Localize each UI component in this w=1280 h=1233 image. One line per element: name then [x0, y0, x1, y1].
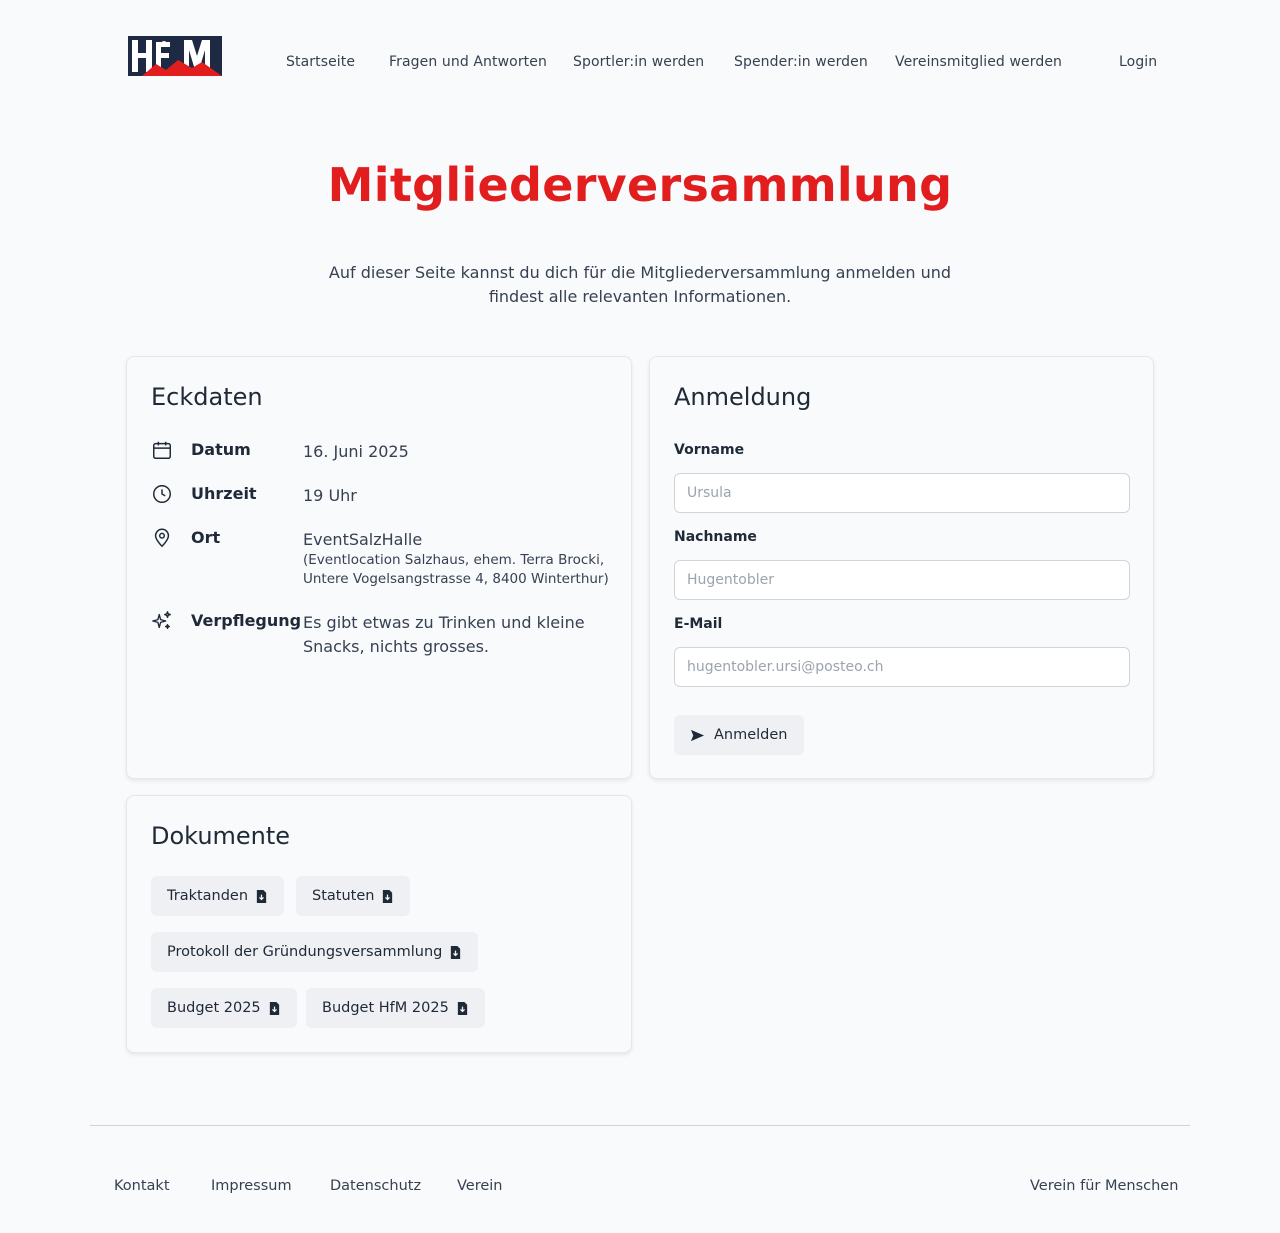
ort-detail: (Eventlocation Salzhaus, ehem. Terra Bro…	[303, 552, 609, 587]
nav-fragen-und-antworten[interactable]: Fragen und Antworten	[389, 54, 547, 70]
sparkles-icon	[152, 611, 171, 630]
nachname-label: Nachname	[674, 529, 757, 545]
page-subtitle: Auf dieser Seite kannst du dich für die …	[328, 263, 952, 306]
footer-divider	[90, 1125, 1190, 1126]
verpflegung-label: Verpflegung	[191, 611, 302, 630]
eckdaten-title: Eckdaten	[151, 383, 263, 411]
email-label: E-Mail	[674, 616, 723, 632]
vorname-input[interactable]	[674, 473, 1130, 513]
doc-protokoll-button[interactable]: Protokoll der Gründungsversammlung	[151, 932, 479, 972]
footer-impressum-link[interactable]: Impressum	[211, 1178, 292, 1194]
footer-kontakt-link[interactable]: Kontakt	[114, 1178, 170, 1194]
eckdaten-card: Eckdaten Datum 16. Juni 2025 Uhrzeit 19 …	[126, 356, 632, 779]
datum-value: 16. Juni 2025	[303, 442, 409, 461]
file-download-icon	[457, 1001, 467, 1015]
main-nav: Startseite Fragen und Antworten Sportler…	[0, 54, 1280, 76]
nav-sportler-werden[interactable]: Sportler:in werden	[573, 54, 704, 70]
uhrzeit-value: 19 Uhr	[303, 486, 357, 505]
file-download-icon	[269, 1001, 279, 1015]
nav-startseite[interactable]: Startseite	[286, 54, 355, 70]
doc-budget-hfm-2025-label: Budget HfM 2025	[322, 1000, 449, 1016]
datum-label: Datum	[191, 440, 251, 459]
uhrzeit-label: Uhrzeit	[191, 484, 257, 503]
footer-datenschutz-link[interactable]: Datenschutz	[330, 1178, 421, 1194]
nav-spender-werden[interactable]: Spender:in werden	[734, 54, 868, 70]
doc-budget-2025-label: Budget 2025	[167, 1000, 261, 1016]
ort-label: Ort	[191, 528, 221, 547]
vorname-label: Vorname	[674, 442, 745, 458]
anmeldung-title: Anmeldung	[674, 383, 812, 411]
map-pin-icon	[154, 528, 170, 548]
send-icon	[690, 729, 705, 741]
file-download-icon	[451, 945, 461, 959]
verpflegung-value: Es gibt etwas zu Trinken und kleine Snac…	[303, 613, 585, 656]
dokumente-title: Dokumente	[151, 822, 291, 850]
page-title: Mitgliederversammlung	[327, 158, 953, 212]
anmelden-button-label: Anmelden	[714, 727, 788, 743]
nav-login[interactable]: Login	[1119, 54, 1157, 70]
email-input[interactable]	[674, 647, 1130, 687]
doc-statuten-label: Statuten	[312, 888, 375, 904]
doc-statuten-button[interactable]: Statuten	[296, 876, 411, 916]
nav-vereinsmitglied-werden[interactable]: Vereinsmitglied werden	[895, 54, 1062, 70]
doc-traktanden-button[interactable]: Traktanden	[151, 876, 285, 916]
nachname-input[interactable]	[674, 560, 1130, 600]
calendar-icon	[153, 441, 171, 459]
file-download-icon	[256, 889, 267, 903]
anmeldung-card: Anmeldung Vorname Nachname E-Mail Anmeld…	[649, 356, 1154, 779]
dokumente-card: Dokumente Traktanden Statuten Protokoll …	[126, 795, 632, 1053]
doc-protokoll-label: Protokoll der Gründungsversammlung	[167, 944, 443, 960]
footer-verein-link[interactable]: Verein	[457, 1178, 503, 1194]
footer-tagline: Verein für Menschen	[1030, 1178, 1179, 1194]
doc-traktanden-label: Traktanden	[167, 888, 249, 904]
clock-icon	[153, 485, 171, 503]
ort-value: EventSalzHalle	[303, 530, 423, 549]
file-download-icon	[383, 889, 393, 903]
anmelden-button[interactable]: Anmelden	[674, 715, 804, 755]
doc-budget-2025-button[interactable]: Budget 2025	[151, 988, 297, 1028]
doc-budget-hfm-2025-button[interactable]: Budget HfM 2025	[306, 988, 485, 1028]
